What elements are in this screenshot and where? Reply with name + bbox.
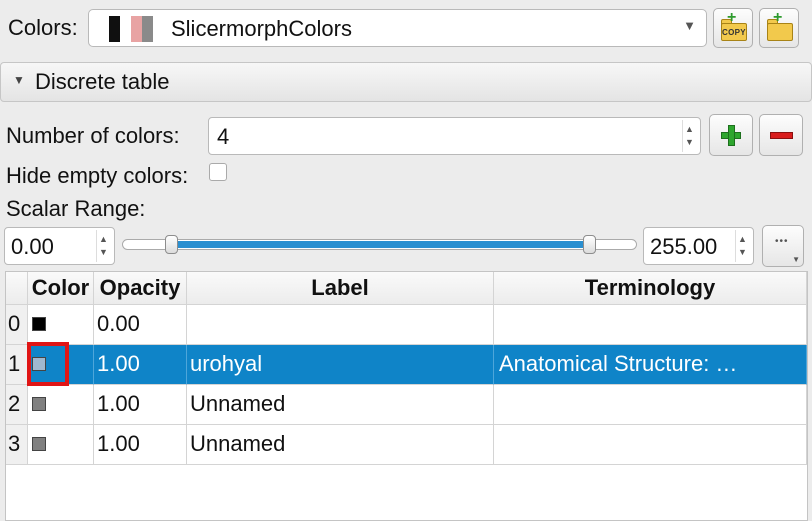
table-row[interactable]: 0 0.00 [6, 305, 807, 345]
spin-down-icon[interactable]: ▼ [685, 137, 694, 147]
number-of-colors-label: Number of colors: [6, 123, 180, 148]
table-header-row: Color Opacity Label Terminology [6, 272, 807, 305]
plus-small-icon: + [773, 9, 783, 26]
opacity-cell[interactable]: 1.00 [94, 425, 187, 465]
opacity-cell[interactable]: 0.00 [94, 305, 187, 345]
discrete-table-section-header[interactable]: ▼ Discrete table [0, 62, 812, 102]
opacity-cell[interactable]: 1.00 [94, 345, 187, 385]
header-terminology[interactable]: Terminology [494, 272, 807, 305]
terminology-cell[interactable] [494, 305, 807, 345]
color-cell[interactable] [28, 305, 94, 345]
spin-down-icon[interactable]: ▼ [99, 247, 108, 257]
scalar-range-max-value: 255.00 [650, 234, 718, 259]
table-row[interactable]: 3 1.00 Unnamed [6, 425, 807, 465]
spin-arrows[interactable]: ▲ ▼ [96, 230, 112, 262]
dropdown-arrow-icon: ▼ [683, 18, 696, 33]
spin-down-icon[interactable]: ▼ [738, 247, 747, 257]
slider-min-handle[interactable] [165, 235, 178, 254]
hide-empty-colors-checkbox[interactable] [209, 163, 227, 181]
terminology-cell[interactable] [494, 425, 807, 465]
color-table-name: SlicermorphColors [171, 16, 352, 41]
highlight-box [27, 342, 69, 386]
swatch-stripe [142, 16, 153, 42]
color-cell[interactable] [28, 385, 94, 425]
swatch-stripe [109, 16, 120, 42]
slider-max-handle[interactable] [583, 235, 596, 254]
label-cell[interactable]: urohyal [187, 345, 494, 385]
scalar-range-max-spinbox[interactable]: 255.00 ▲ ▼ [643, 227, 754, 265]
header-corner [6, 272, 28, 305]
plus-icon-vertical [728, 125, 735, 146]
minus-icon [770, 132, 793, 139]
hide-empty-colors-label: Hide empty colors: [6, 163, 189, 188]
spin-arrows[interactable]: ▲ ▼ [735, 230, 751, 262]
terminology-cell[interactable]: Anatomical Structure: … [494, 345, 807, 385]
color-swatch[interactable] [32, 437, 46, 451]
scalar-range-slider[interactable] [122, 235, 637, 254]
plus-small-icon: + [727, 9, 737, 26]
opacity-cell[interactable]: 1.00 [94, 385, 187, 425]
scalar-range-label: Scalar Range: [6, 196, 146, 221]
scalar-range-min-spinbox[interactable]: 0.00 ▲ ▼ [4, 227, 115, 265]
copy-color-table-button[interactable]: + COPY [713, 8, 753, 48]
copy-text: COPY [722, 28, 746, 37]
section-title: Discrete table [35, 69, 170, 94]
swatch-stripe [120, 16, 131, 42]
spin-up-icon[interactable]: ▲ [685, 124, 694, 134]
slider-range-fill [171, 241, 590, 248]
number-of-colors-spinbox[interactable]: 4 ▲ ▼ [208, 117, 701, 155]
row-index-cell[interactable]: 1 [6, 345, 28, 385]
load-color-table-button[interactable]: + [759, 8, 799, 48]
spin-arrows[interactable]: ▲ ▼ [682, 120, 698, 152]
number-of-colors-value: 4 [217, 124, 230, 149]
label-cell[interactable]: Unnamed [187, 425, 494, 465]
collapse-arrow-icon: ▼ [13, 73, 25, 87]
scalar-range-min-value: 0.00 [11, 234, 54, 259]
header-color[interactable]: Color [28, 272, 94, 305]
color-swatch[interactable] [32, 317, 46, 331]
ellipsis-icon: ••• [775, 236, 789, 247]
spin-up-icon[interactable]: ▲ [99, 234, 108, 244]
color-swatch[interactable] [32, 397, 46, 411]
swatch-stripe [131, 16, 142, 42]
remove-color-button[interactable] [759, 114, 803, 156]
color-table-swatch-preview [109, 16, 153, 42]
add-color-button[interactable] [709, 114, 753, 156]
row-index-cell[interactable]: 2 [6, 385, 28, 425]
table-row[interactable]: 1 1.00 urohyal Anatomical Structure: … [6, 345, 807, 385]
spin-up-icon[interactable]: ▲ [738, 234, 747, 244]
header-label[interactable]: Label [187, 272, 494, 305]
row-index-cell[interactable]: 0 [6, 305, 28, 345]
table-row[interactable]: 2 1.00 Unnamed [6, 385, 807, 425]
terminology-cell[interactable] [494, 385, 807, 425]
colors-label: Colors: [8, 15, 78, 40]
color-table-selector[interactable]: SlicermorphColors ▼ [88, 9, 707, 47]
header-opacity[interactable]: Opacity [94, 272, 187, 305]
more-options-button[interactable]: ••• ▼ [762, 225, 804, 267]
menu-arrow-icon: ▼ [792, 255, 800, 264]
label-cell[interactable]: Unnamed [187, 385, 494, 425]
row-index-cell[interactable]: 3 [6, 425, 28, 465]
label-cell[interactable] [187, 305, 494, 345]
color-cell[interactable] [28, 425, 94, 465]
color-table: Color Opacity Label Terminology 0 0.00 1 1.… [5, 271, 808, 521]
